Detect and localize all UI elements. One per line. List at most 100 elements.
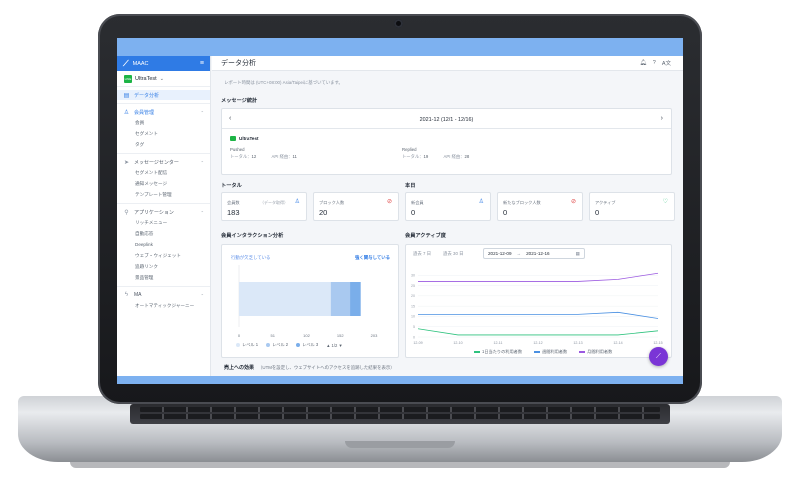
legend-daily: 1日当たりの利用者数: [474, 349, 522, 355]
language-icon[interactable]: A文: [662, 59, 671, 67]
sidebar-group-members[interactable]: ♙ 会員管理 ⌃: [117, 107, 210, 117]
legend-pager[interactable]: ▲ 1/2 ▼: [326, 343, 342, 348]
kpi-active: アクティブ 0 ♡: [589, 192, 675, 221]
x-tick-label: 12-10: [453, 341, 462, 345]
sidebar-item-auto-journey[interactable]: オートマティックジャーニー: [117, 300, 210, 311]
timezone-note: レポート時間は (UTC+08:00) Asia/Taipeiに基づいています。: [224, 80, 343, 85]
x-tick-label: 12-11: [494, 341, 503, 345]
assistant-fab-button[interactable]: ⟋: [649, 347, 668, 366]
message-stats-title: メッセージ統計: [221, 98, 258, 104]
sidebar-item-tracking-link[interactable]: 追跡リンク: [117, 261, 210, 272]
sidebar-item-deeplink[interactable]: Deeplink: [117, 239, 210, 250]
message-stats-card: ‹ 2021-12 (12/1 - 12/16) › UltraTest Pus…: [221, 108, 672, 175]
sidebar-item-members[interactable]: 会員: [117, 117, 210, 128]
user-icon: ♙: [294, 199, 300, 205]
bar-3: [350, 282, 361, 316]
sales-impact-title: 売上への効果 （UTMを設定し、ウェブサイトへのアクセスを追跡した結果を表示）: [224, 365, 395, 371]
y-tick-label: 10: [411, 315, 415, 319]
today-title: 本日: [405, 183, 416, 189]
legend-weekly: 週間利用者数: [534, 349, 567, 355]
sidebar-item-label: MA: [134, 292, 142, 298]
bar-1: [239, 282, 331, 316]
sidebar-item-label: データ分析: [134, 92, 160, 99]
x-tick-label: 51: [271, 333, 276, 338]
laptop-mockup: ⟋ MAAC ≡ LINE UltraTest ⌄ ▤ データ分析 ♙ 会員管理…: [0, 0, 800, 484]
page-title: データ分析: [221, 60, 256, 67]
y-tick-label: 25: [411, 284, 415, 288]
chevron-up-icon: ⌃: [200, 209, 204, 215]
key-row: [140, 407, 660, 412]
sidebar-item-tags[interactable]: タグ: [117, 139, 210, 150]
chevron-up-icon: ⌃: [200, 292, 204, 298]
sidebar-item-label: メッセージセンター: [134, 159, 179, 166]
bell-icon[interactable]: 🔔︎: [640, 60, 647, 66]
activity-legend: 1日当たりの利用者数 週間利用者数 月間利用者数: [474, 349, 612, 355]
legend-level-3: レベル 3: [296, 342, 318, 348]
sidebar-item-segment-broadcast[interactable]: セグメント配信: [117, 167, 210, 178]
sidebar-group-applications[interactable]: ⚲ アプリケーション ⌃: [117, 207, 210, 217]
account-label: UltraTest: [230, 136, 259, 141]
kpi-new-members: 新会員 0 ♙: [405, 192, 491, 221]
sidebar-item-auto-reply[interactable]: 自動応答: [117, 228, 210, 239]
main-content: データ分析 🔔︎ ? A文 レポート時間は (UTC+08:00) Asia/T…: [212, 56, 683, 376]
x-tick-label: 102: [303, 333, 310, 338]
laptop-notch: [345, 441, 455, 448]
screen: ⟋ MAAC ≡ LINE UltraTest ⌄ ▤ データ分析 ♙ 会員管理…: [117, 38, 683, 384]
bolt-icon: ϟ: [124, 292, 129, 298]
series-line: [418, 311, 659, 319]
main-header: データ分析 🔔︎ ? A文: [212, 56, 683, 71]
interaction-chart-card: 行動が欠乏している 強く関与している 0 51 102 152 203 レベル 1 レベ…: [221, 244, 399, 358]
total-title: トータル: [221, 183, 242, 189]
sidebar-item-rich-menu[interactable]: リッチメニュー: [117, 217, 210, 228]
legend-level-2: レベル 2: [266, 342, 288, 348]
sidebar-group-ma[interactable]: ϟ MA ⌃: [117, 290, 210, 300]
sidebar-item-templates[interactable]: テンプレート管理: [117, 189, 210, 200]
sidebar-item-prizes[interactable]: 景品管理: [117, 272, 210, 283]
sidebar-item-web-widget[interactable]: ウェブ・ウィジェット: [117, 250, 210, 261]
x-tick-label: 12-13: [573, 341, 582, 345]
sidebar-item-segments[interactable]: セグメント: [117, 128, 210, 139]
y-tick-label: 5: [413, 325, 415, 329]
period-range: 2021-12 (12/1 - 12/16): [419, 117, 474, 123]
x-tick-label: 12-15: [653, 341, 662, 345]
activity-title: 会員アクティブ度: [405, 233, 446, 239]
activity-chart: 0 5 10 15 20 25 30 12-09 12-10 12-11 12-12 12-13 12…: [411, 272, 663, 345]
y-tick-label: 0: [413, 335, 415, 339]
kpi-members: 会員数 （データ取得） 183 ♙: [221, 192, 307, 221]
kpi-value: 0: [411, 208, 416, 217]
x-tick-label: 152: [337, 333, 344, 338]
kpi-blocked: ブロック人数 20 ⊘: [313, 192, 399, 221]
y-tick-label: 15: [411, 304, 415, 308]
sidebar-item-notification[interactable]: 通知メッセージ: [117, 178, 210, 189]
chevron-up-icon: ⌃: [200, 109, 204, 115]
sidebar-header: ⟋ MAAC ≡: [117, 56, 210, 71]
org-switcher[interactable]: LINE UltraTest ⌄: [117, 71, 210, 87]
sales-impact-note: （UTMを設定し、ウェブサイトへのアクセスを追跡した結果を表示）: [258, 365, 395, 370]
kpi-value: 0: [595, 208, 600, 217]
next-period-button[interactable]: ›: [661, 115, 663, 122]
replied-stats: Replied トータル：19 API 経由：28: [402, 147, 470, 159]
kpi-new-blocked: 新たなブロック人数 0 ⊘: [497, 192, 583, 221]
maac-logo-icon: ⟋: [123, 58, 129, 68]
screen-bottom-band: [117, 376, 683, 384]
x-tick-label: 12-09: [413, 341, 422, 345]
sidebar-group-message-center[interactable]: ➤ メッセージセンター ⌃: [117, 157, 210, 167]
rocket-icon: ⚲: [124, 209, 129, 216]
y-tick-label: 30: [411, 274, 415, 278]
user-icon: ♙: [478, 199, 484, 205]
activity-chart-card: 過去 7 日 過去 30 日 2021-12-09 → 2021-12-16 ▦…: [405, 244, 672, 358]
line-icon: [230, 136, 236, 141]
help-icon[interactable]: ?: [653, 60, 656, 66]
series-line: [417, 328, 659, 336]
legend-monthly: 月間利用者数: [579, 349, 612, 355]
key-row: [140, 414, 660, 419]
sidebar: ⟋ MAAC ≡ LINE UltraTest ⌄ ▤ データ分析 ♙ 会員管理…: [117, 56, 211, 376]
x-tick-label: 203: [371, 333, 378, 338]
camera-icon: [394, 19, 403, 28]
send-icon: ➤: [123, 159, 130, 166]
x-tick-label: 12-14: [613, 341, 622, 345]
sidebar-item-label: 会員管理: [134, 109, 155, 116]
chevron-down-icon: ⌄: [159, 75, 164, 82]
sidebar-item-data-analysis[interactable]: ▤ データ分析: [117, 90, 210, 100]
menu-toggle-icon[interactable]: ≡: [200, 60, 204, 67]
